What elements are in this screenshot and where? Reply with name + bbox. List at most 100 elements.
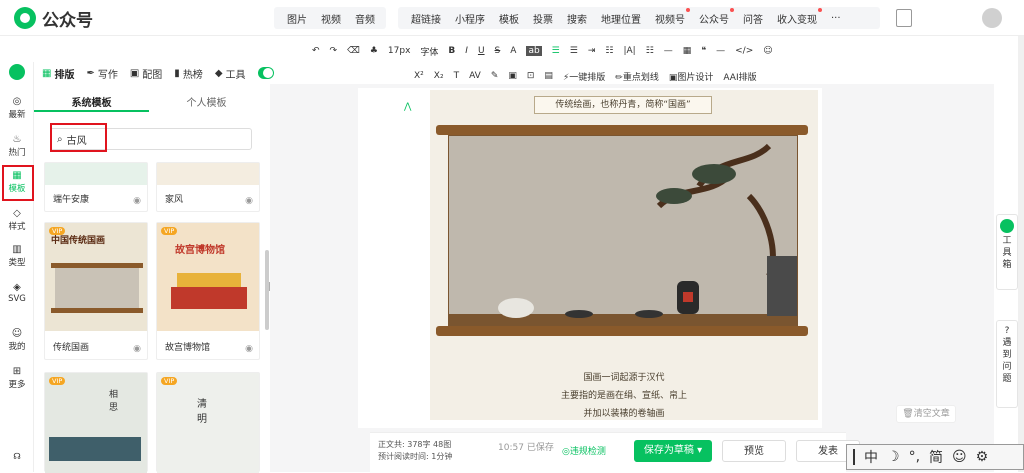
image-icon[interactable]: ▣ — [508, 71, 517, 81]
font-family-select[interactable]: 字体 — [420, 45, 438, 58]
notification-dot — [686, 7, 690, 12]
ai-layout-button[interactable]: AAI排版 — [723, 70, 756, 83]
tab-write[interactable]: ✒ 写作 — [86, 66, 117, 81]
chevron-down-icon[interactable]: ▾ — [697, 445, 702, 456]
faq-button[interactable]: ? 遇到问题 — [996, 320, 1018, 408]
thumbnail-textblock — [49, 437, 141, 461]
moon-icon[interactable]: ☽ — [887, 449, 900, 465]
compliance-check-button[interactable]: ◎违规检测 — [562, 444, 606, 457]
nav-video[interactable]: 视频 — [314, 11, 348, 26]
nav-template[interactable]: 模板 — [492, 11, 526, 26]
divider-icon[interactable]: — — [664, 46, 673, 56]
auto-format-button[interactable]: ⚡一键排版 — [563, 70, 605, 83]
toolbox-button[interactable]: 工具箱 — [996, 214, 1018, 290]
letter-spacing-icon[interactable]: |A| — [623, 46, 635, 56]
document-icon[interactable] — [896, 9, 912, 27]
subscript-icon[interactable]: X₂ — [434, 71, 444, 81]
align-center-icon[interactable]: ☰ — [570, 46, 578, 56]
emoji-icon[interactable]: ☺ — [763, 46, 772, 56]
avatar[interactable] — [982, 8, 1002, 28]
template-card[interactable]: 相思 VIP — [44, 372, 148, 473]
nav-official[interactable]: 公众号 — [692, 7, 736, 26]
toolbox-icon[interactable]: ▤ — [544, 71, 553, 81]
underline-icon[interactable]: U — [478, 46, 485, 56]
page-scrollbar[interactable] — [1018, 36, 1024, 472]
nav-vote[interactable]: 投票 — [526, 11, 560, 26]
line-icon[interactable]: — — [716, 46, 725, 56]
bold-icon[interactable]: B — [448, 46, 455, 56]
template-card[interactable]: 家风 ◉ — [156, 162, 260, 212]
preview-eye-icon[interactable]: ◉ — [133, 344, 141, 354]
rail-mine[interactable]: ☺ 我的 — [0, 328, 34, 352]
tab-layout[interactable]: ▦ 排版 — [42, 66, 74, 81]
highlight-icon[interactable]: ab — [526, 46, 542, 56]
rail-hot[interactable]: ♨ 热门 — [0, 134, 34, 158]
feature-toggle[interactable] — [257, 67, 274, 79]
nav-monetize[interactable]: 收入变现 — [770, 7, 824, 26]
rail-label: 我的 — [8, 342, 26, 352]
template-card[interactable]: 清明 VIP — [156, 372, 260, 473]
punctuation-icon[interactable]: °, — [909, 449, 920, 465]
nav-location[interactable]: 地理位置 — [594, 11, 648, 26]
nav-image[interactable]: 图片 — [280, 11, 314, 26]
redo-icon[interactable]: ↷ — [330, 46, 338, 56]
nav-link[interactable]: 超链接 — [404, 11, 448, 26]
nav-audio[interactable]: 音频 — [348, 11, 382, 26]
tab-trending[interactable]: ▮ 热榜 — [174, 66, 203, 81]
preview-eye-icon[interactable]: ◉ — [245, 196, 253, 206]
ime-simplified[interactable]: 简 — [929, 447, 943, 467]
strikethrough-icon[interactable]: S — [495, 46, 501, 56]
template-card[interactable]: 端午安康 ◉ — [44, 162, 148, 212]
line-height-icon[interactable]: ☷ — [605, 46, 613, 56]
editor-brand-icon: ⋀ — [404, 102, 412, 112]
preview-eye-icon[interactable]: ◉ — [133, 196, 141, 206]
rail-latest[interactable]: ◎ 最新 — [0, 96, 34, 120]
indent-icon[interactable]: ⇥ — [588, 46, 596, 56]
nav-channels[interactable]: 视频号 — [648, 7, 692, 26]
code-icon[interactable]: </> — [735, 46, 753, 56]
tab-images[interactable]: ▣ 配图 — [130, 66, 162, 81]
nav-more[interactable]: ··· — [824, 13, 848, 24]
font-size-select[interactable]: 17px — [388, 46, 411, 56]
rail-svg[interactable]: ◈ SVG — [0, 282, 34, 304]
italic-icon[interactable]: I — [465, 46, 468, 56]
align-left-icon[interactable]: ☰ — [552, 46, 560, 56]
preview-eye-icon[interactable]: ◉ — [245, 344, 253, 354]
palace-wall — [171, 287, 247, 309]
eraser-icon[interactable]: ⌫ — [347, 46, 360, 56]
settings-icon[interactable]: ⚙ — [976, 449, 989, 465]
preview-button[interactable]: 预览 — [722, 440, 786, 462]
rail-more[interactable]: ⊞ 更多 — [0, 366, 34, 390]
clear-article-button[interactable]: 🗑清空文章 — [896, 405, 956, 423]
tab-personal-templates[interactable]: 个人模板 — [149, 90, 264, 112]
headset-icon[interactable]: ☊ — [0, 452, 34, 462]
rail-style[interactable]: ◇ 样式 — [0, 208, 34, 232]
char-spacing-icon[interactable]: AV — [469, 71, 481, 81]
table-icon[interactable]: ▦ — [683, 46, 692, 56]
app-logo[interactable]: 公众号 — [14, 6, 93, 31]
tab-tools[interactable]: ◆ 工具 — [215, 66, 246, 81]
nav-qa[interactable]: 问答 — [736, 11, 770, 26]
undo-icon[interactable]: ↶ — [312, 46, 320, 56]
nav-miniprogram[interactable]: 小程序 — [448, 11, 492, 26]
nav-search[interactable]: 搜索 — [560, 11, 594, 26]
rail-label: 样式 — [8, 222, 26, 232]
ime-grip[interactable] — [853, 449, 855, 465]
text-style-icon[interactable]: T — [454, 71, 460, 81]
key-line-button[interactable]: ✏重点划线 — [615, 70, 659, 83]
tab-system-templates[interactable]: 系统模板 — [34, 90, 149, 112]
template-card[interactable]: 中国传统国画 VIP 传统国画 ◉ — [44, 222, 148, 360]
list-icon[interactable]: ☷ — [646, 46, 654, 56]
quote-icon[interactable]: ❝ — [701, 46, 706, 56]
save-draft-button[interactable]: 保存为草稿 ▾ — [634, 440, 712, 462]
ime-language[interactable]: 中 — [864, 447, 878, 467]
paint-format-icon[interactable]: ♣ — [370, 46, 378, 56]
image-design-button[interactable]: ▣图片设计 — [669, 70, 714, 83]
superscript-icon[interactable]: X² — [414, 71, 424, 81]
rail-type[interactable]: ▥ 类型 — [0, 244, 34, 268]
magic-icon[interactable]: ✎ — [491, 71, 499, 81]
font-color-icon[interactable]: A — [510, 46, 516, 56]
crop-icon[interactable]: ⊡ — [527, 71, 535, 81]
emoji-icon[interactable]: ☺ — [952, 449, 967, 465]
template-card[interactable]: 故宫博物馆 VIP 故宫博物馆 ◉ — [156, 222, 260, 360]
